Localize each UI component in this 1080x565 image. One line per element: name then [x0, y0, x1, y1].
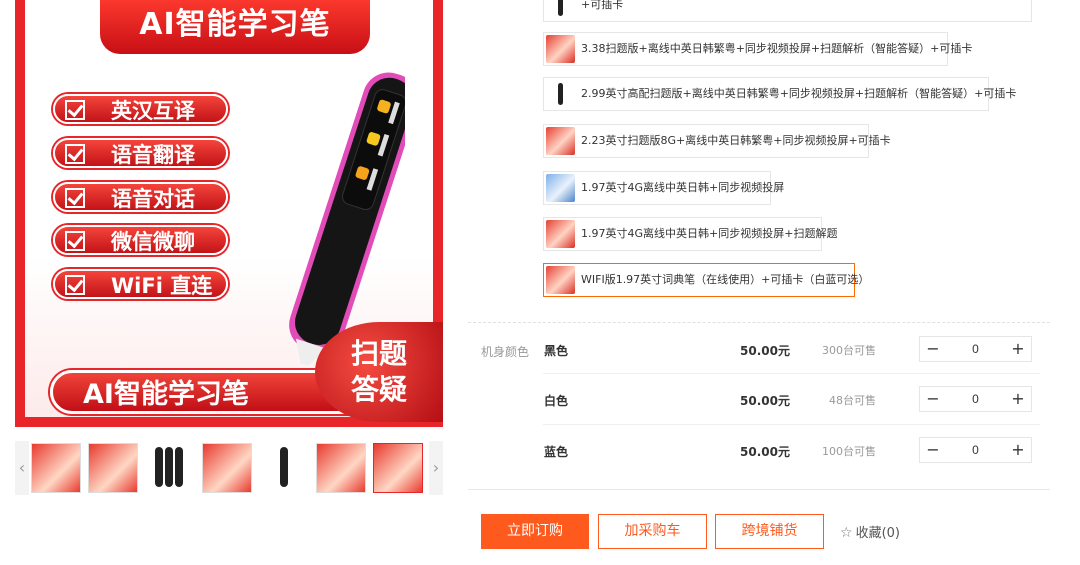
variant-label: 2.99英寸高配扫题版+离线中英日韩繁粤+同步视频投屏+扫题解析（智能答疑）+可…: [581, 87, 1017, 100]
badge-line-1: 扫题: [350, 337, 407, 370]
color-name: 蓝色: [544, 445, 569, 459]
feature-tag: 语音对话: [53, 182, 228, 212]
decrease-button[interactable]: −: [920, 337, 946, 361]
variant-label: 1.97英寸4G离线中英日韩+同步视频投屏+扫题解题: [581, 227, 838, 240]
thumbnail-4[interactable]: [202, 443, 252, 493]
dashed-divider: [468, 322, 1050, 323]
variant-option-selected[interactable]: WIFI版1.97英寸词典笔（在线使用）+可插卡（白蓝可选）: [543, 263, 869, 297]
quantity-input[interactable]: [946, 337, 1005, 361]
decrease-button[interactable]: −: [920, 387, 946, 411]
row-divider: [543, 424, 1040, 425]
thumbnail-next-button[interactable]: ›: [429, 441, 443, 495]
crossborder-listing-button[interactable]: 跨境铺货: [715, 514, 824, 549]
color-price: 50.00元: [740, 445, 790, 459]
star-icon: ☆: [840, 525, 853, 541]
add-to-cart-button[interactable]: 加采购车: [598, 514, 707, 549]
feature-tag: WiFi 直连: [53, 269, 228, 299]
color-stock: 48台可售: [829, 394, 876, 407]
variant-label: 1.97英寸4G离线中英日韩+同步视频投屏: [581, 181, 785, 194]
quantity-stepper: − +: [919, 336, 1032, 362]
variant-image: [546, 35, 575, 63]
feature-label: 语音对话: [111, 187, 195, 211]
variant-image: [546, 266, 575, 294]
quantity-stepper: − +: [919, 386, 1032, 412]
decrease-button[interactable]: −: [920, 438, 946, 462]
feature-label: 微信微聊: [111, 230, 195, 254]
checkbox-icon: [65, 188, 85, 208]
row-divider: [543, 373, 1040, 374]
variant-option[interactable]: 1.97英寸4G离线中英日韩+同步视频投屏+扫题解题: [543, 217, 837, 251]
variant-label: +可插卡: [581, 0, 624, 11]
variant-option[interactable]: 1.97英寸4G离线中英日韩+同步视频投屏: [543, 171, 784, 205]
variant-option[interactable]: +可插卡: [543, 0, 1032, 22]
thumbnail-6[interactable]: [316, 443, 366, 493]
thumbnail-3[interactable]: [145, 443, 195, 493]
feature-label: WiFi 直连: [111, 274, 213, 298]
top-banner-title: AI智能学习笔: [100, 0, 370, 54]
color-stock: 100台可售: [822, 445, 876, 458]
scan-answer-badge: 扫题 答疑: [315, 322, 443, 422]
variant-option[interactable]: 2.99英寸高配扫题版+离线中英日韩繁粤+同步视频投屏+扫题解析（智能答疑）+可…: [543, 77, 1016, 111]
quantity-stepper: − +: [919, 437, 1032, 463]
variant-option[interactable]: 2.23英寸扫题版8G+离线中英日韩繁粤+同步视频投屏+可插卡: [543, 124, 891, 158]
variant-image: [546, 220, 575, 248]
thumbnail-2[interactable]: [88, 443, 138, 493]
favorite-label: 收藏(0): [855, 526, 900, 541]
checkbox-icon: [65, 231, 85, 251]
feature-tag: 英汉互译: [53, 94, 228, 124]
color-name: 白色: [544, 394, 569, 408]
color-price: 50.00元: [740, 344, 790, 358]
quantity-input[interactable]: [946, 438, 1005, 462]
variant-label: WIFI版1.97英寸词典笔（在线使用）+可插卡（白蓝可选）: [581, 273, 870, 286]
variant-image: [546, 127, 575, 155]
feature-label: 语音翻译: [111, 143, 195, 167]
increase-button[interactable]: +: [1005, 337, 1031, 361]
thumbnail-prev-button[interactable]: ‹: [15, 441, 29, 495]
thumbnail-7[interactable]: [373, 443, 423, 493]
main-product-image[interactable]: AI智能学习笔 英汉互译 语音翻译 语音对话 微信微聊 WiFi 直连 AI智能…: [15, 0, 443, 427]
variant-image: [546, 0, 575, 19]
feature-tag: 语音翻译: [53, 138, 228, 168]
variant-image: [546, 174, 575, 202]
section-divider: [468, 489, 1050, 490]
color-price: 50.00元: [740, 394, 790, 408]
variant-option[interactable]: 3.38扫题版+离线中英日韩繁粤+同步视频投屏+扫题解析（智能答疑）+可插卡: [543, 32, 972, 66]
color-name: 黑色: [544, 344, 569, 358]
variant-image: [546, 80, 575, 108]
increase-button[interactable]: +: [1005, 387, 1031, 411]
buy-now-button[interactable]: 立即订购: [481, 514, 589, 549]
color-stock: 300台可售: [822, 344, 876, 357]
checkbox-icon: [65, 100, 85, 120]
variant-label: 3.38扫题版+离线中英日韩繁粤+同步视频投屏+扫题解析（智能答疑）+可插卡: [581, 42, 973, 55]
badge-line-2: 答疑: [350, 373, 407, 406]
checkbox-icon: [65, 144, 85, 164]
feature-tag: 微信微聊: [53, 225, 228, 255]
thumbnail-5[interactable]: [259, 443, 309, 493]
body-color-label: 机身颜色: [481, 345, 530, 359]
feature-label: 英汉互译: [111, 99, 195, 123]
favorite-button[interactable]: ☆ 收藏(0): [840, 522, 900, 541]
checkbox-icon: [65, 275, 85, 295]
increase-button[interactable]: +: [1005, 438, 1031, 462]
variant-label: 2.23英寸扫题版8G+离线中英日韩繁粤+同步视频投屏+可插卡: [581, 134, 891, 147]
quantity-input[interactable]: [946, 387, 1005, 411]
thumbnail-1[interactable]: [31, 443, 81, 493]
thumbnail-strip: ‹ ›: [15, 441, 443, 495]
